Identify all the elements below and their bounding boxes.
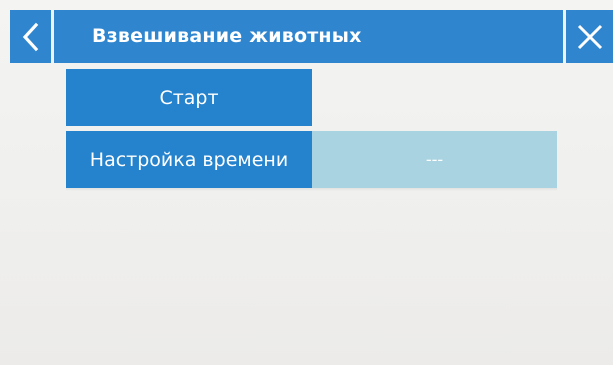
page-title: Взвешивание животных: [92, 25, 362, 47]
close-icon: [577, 24, 602, 49]
screen: Взвешивание животных Старт Настройка вре…: [0, 0, 613, 365]
time-setting-value-field[interactable]: ---: [312, 131, 557, 188]
time-setting-label: Настройка времени: [66, 131, 312, 188]
row-shadow: [66, 188, 557, 191]
start-button[interactable]: Старт: [66, 69, 312, 126]
header-divider: [51, 10, 54, 63]
chevron-left-icon: [22, 22, 38, 51]
time-setting-value: ---: [425, 150, 444, 169]
back-button[interactable]: [10, 10, 51, 63]
time-setting-label-text: Настройка времени: [89, 148, 289, 171]
close-button[interactable]: [566, 10, 613, 63]
start-button-label: Старт: [159, 86, 219, 109]
